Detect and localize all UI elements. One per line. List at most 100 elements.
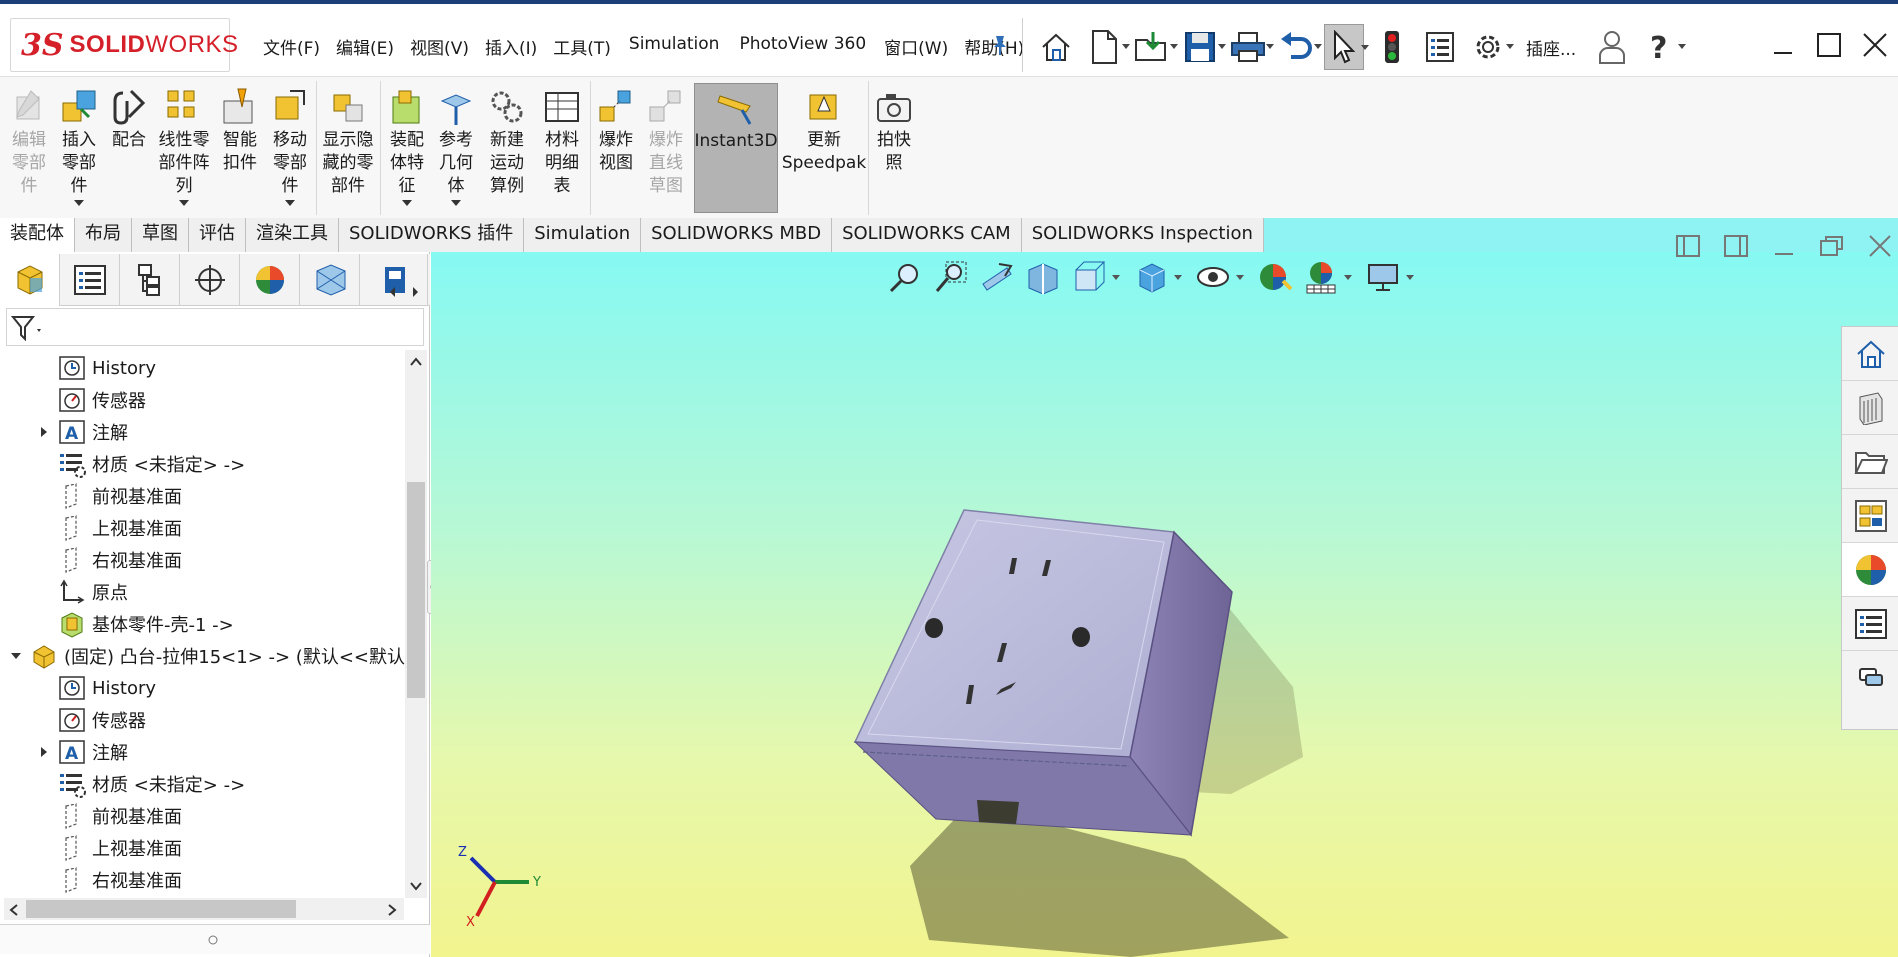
restore-right-button[interactable] [1714,228,1758,264]
tab-solidworks-inspection[interactable]: SOLIDWORKS Inspection [1022,218,1264,252]
help-button[interactable]: ? [1640,24,1687,70]
tree-item[interactable]: 材质 <未指定> -> [36,448,245,480]
tree-item[interactable]: 材质 <未指定> -> [36,768,245,800]
chevron-down-icon[interactable] [1266,44,1274,49]
reference-geometry-button[interactable]: 参考 几何 体 [434,83,478,213]
feature-filter[interactable] [6,308,424,346]
graphics-viewport[interactable]: Z Y X [431,252,1898,957]
save-button[interactable] [1180,24,1226,70]
tab-layout[interactable]: 布局 [75,218,132,252]
chevron-left-icon[interactable] [8,903,20,917]
scrollbar-thumb[interactable] [407,482,425,698]
task-pane-appearances[interactable] [1842,543,1898,597]
filter-icon[interactable] [11,315,45,341]
insert-component-button[interactable]: 插入 零部 件 [56,83,102,213]
menu-window[interactable]: 窗口(W) [876,30,956,63]
menu-simulation[interactable]: Simulation [619,30,730,63]
chevron-down-icon[interactable] [1678,44,1687,49]
task-pane-file-explorer[interactable] [1842,435,1898,489]
print-button[interactable] [1228,24,1274,70]
undo-button[interactable] [1276,24,1322,70]
close-button[interactable] [1852,22,1898,68]
tab-cam-manager[interactable] [300,254,360,306]
chevron-down-icon[interactable] [409,880,423,892]
tab-solidworks-mbd[interactable]: SOLIDWORKS MBD [641,218,833,252]
tab-evaluate[interactable]: 评估 [189,218,246,252]
open-button[interactable] [1132,24,1178,70]
tree-item[interactable]: 前视基准面 [36,800,182,832]
tree-item[interactable]: 上视基准面 [36,512,182,544]
chevron-down-icon[interactable] [74,200,84,206]
chevron-right-icon[interactable] [408,284,422,300]
tab-more[interactable] [360,254,428,306]
tab-simulation[interactable]: Simulation [524,218,642,252]
tree-item[interactable]: A 注解 [36,416,128,448]
chevron-down-icon[interactable] [285,200,295,206]
chevron-down-icon[interactable] [1506,44,1514,49]
tree-item[interactable]: 上视基准面 [36,832,182,864]
home-button[interactable] [1036,24,1076,70]
tab-sketch[interactable]: 草图 [132,218,189,252]
task-pane-resources[interactable] [1842,327,1898,381]
smart-fastener-button[interactable]: 智能 扣件 [218,83,262,213]
tree-item[interactable]: History [36,672,156,704]
bill-of-materials-button[interactable]: 材料 明细 表 [538,83,586,213]
solidworks-logo[interactable]: 3S SOLIDWORKS [10,18,238,72]
tab-dimxpert-manager[interactable] [180,254,240,306]
rebuild-button[interactable] [1372,24,1412,70]
mate-button[interactable]: 配合 [108,83,150,213]
task-pane-custom-properties[interactable] [1842,597,1898,651]
tab-solidworks-addins[interactable]: SOLIDWORKS 插件 [339,218,525,252]
instant3d-button[interactable]: Instant3D [694,83,778,213]
menu-edit[interactable]: 编辑(E) [328,30,402,63]
tab-render-tools[interactable]: 渲染工具 [246,218,339,252]
tab-assembly[interactable]: 装配体 [0,218,75,252]
show-hidden-components-button[interactable]: 显示隐 藏的零 部件 [320,83,376,213]
assembly-feature-button[interactable]: 装配 体特 征 [384,83,430,213]
tree-item[interactable]: 前视基准面 [36,480,182,512]
doc-restore-button[interactable] [1810,228,1854,264]
chevron-down-icon[interactable] [179,200,189,206]
select-button[interactable] [1324,24,1369,70]
edit-component-button[interactable]: 编辑 零部 件 [6,83,52,213]
tab-display-manager[interactable] [240,254,300,306]
chevron-down-icon[interactable] [402,200,412,206]
tree-horizontal-scrollbar[interactable] [4,898,404,920]
chevron-down-icon[interactable] [1361,45,1369,50]
tab-feature-tree[interactable] [0,254,60,306]
explode-line-sketch-button[interactable]: 爆炸 直线 草图 [644,83,688,213]
tree-item[interactable]: 原点 [36,576,128,608]
menu-view[interactable]: 视图(V) [402,30,477,63]
chevron-down-icon[interactable] [1314,44,1322,49]
chevron-down-icon[interactable] [1218,44,1226,49]
task-pane-forum[interactable] [1842,651,1898,705]
doc-close-button[interactable] [1858,228,1898,264]
menu-photoview[interactable]: PhotoView 360 [729,30,876,63]
tree-item[interactable]: 右视基准面 [36,544,182,576]
file-properties-button[interactable] [1420,24,1460,70]
menu-file[interactable]: 文件(F) [255,30,328,63]
chevron-down-icon[interactable] [451,200,461,206]
tree-item[interactable]: 传感器 [36,384,146,416]
doc-minimize-button[interactable] [1762,228,1806,264]
tree-vertical-scrollbar[interactable] [405,350,427,898]
chevron-up-icon[interactable] [409,356,423,368]
tree-item[interactable]: 右视基准面 [36,864,182,896]
socket-3d-model[interactable] [431,252,1898,957]
tree-item[interactable]: 传感器 [36,704,146,736]
tree-item[interactable]: 基体零件-壳-1 -> [36,608,234,640]
task-pane-view-palette[interactable] [1842,489,1898,543]
menu-tools[interactable]: 工具(T) [545,30,619,63]
tree-item[interactable]: History [36,352,156,384]
exploded-view-button[interactable]: 爆炸 视图 [594,83,638,213]
update-speedpak-button[interactable]: 更新 Speedpak [782,83,866,213]
minimize-button[interactable] [1760,22,1806,68]
expand-arrow-icon[interactable] [36,424,52,440]
document-title-label[interactable]: 插座... [1526,35,1576,60]
chevron-right-icon[interactable] [386,903,398,917]
tree-item[interactable]: (固定) 凸台-拉伸15<1> -> (默认<<默认 [8,640,405,672]
menu-insert[interactable]: 插入(I) [477,30,545,63]
linear-pattern-button[interactable]: 线性零 部件阵 列 [156,83,212,213]
new-document-button[interactable] [1084,24,1130,70]
restore-left-button[interactable] [1666,228,1710,264]
